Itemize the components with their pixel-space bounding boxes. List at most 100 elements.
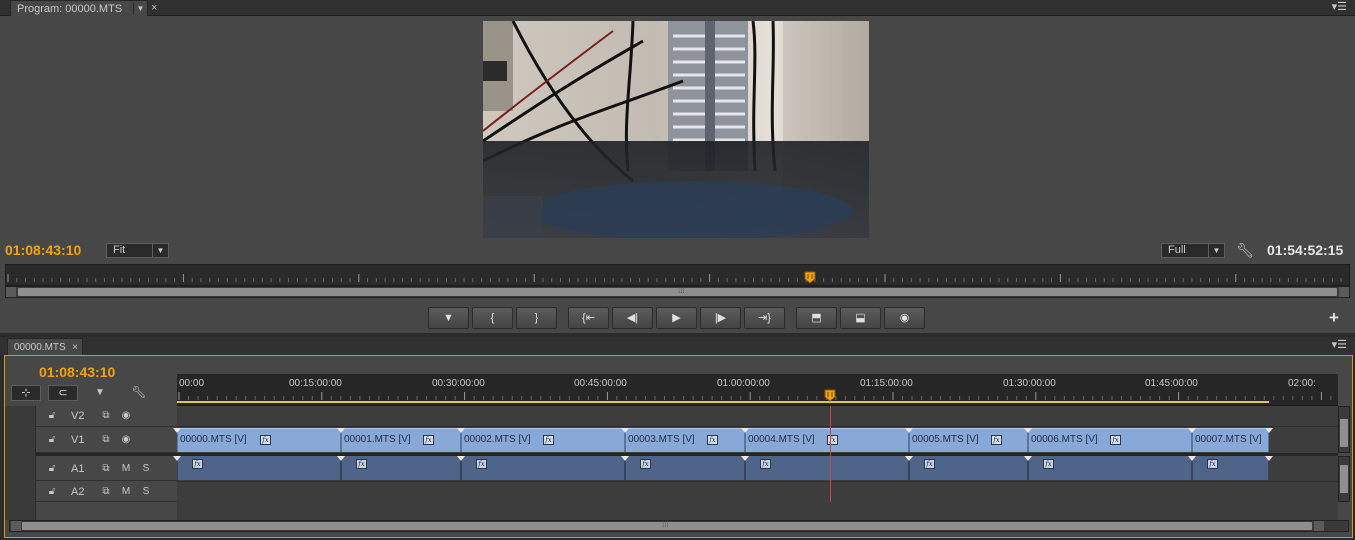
scrollbar-thumb[interactable] xyxy=(1340,465,1348,493)
fx-badge-icon[interactable]: fx xyxy=(1207,459,1218,469)
edit-point-marker[interactable] xyxy=(1265,428,1273,433)
panel-menu-icon[interactable]: ▾☰ xyxy=(1332,1,1347,14)
fx-badge-icon[interactable]: fx xyxy=(1043,459,1054,469)
scrollbar-thumb[interactable]: ⁞⁞⁞ xyxy=(18,286,1337,296)
film-icon[interactable]: ⧉ xyxy=(99,410,113,422)
solo-a1-button[interactable]: S xyxy=(139,463,153,475)
playback-resolution-dropdown[interactable]: Full ▼ xyxy=(1161,243,1225,258)
edit-point-marker[interactable] xyxy=(1024,428,1032,433)
audio-clip[interactable]: fx xyxy=(177,456,341,480)
video-clip[interactable]: 00001.MTS [V] fx xyxy=(341,428,461,452)
fx-badge-icon[interactable]: fx xyxy=(760,459,771,469)
edit-point-marker[interactable] xyxy=(1024,456,1032,461)
eye-icon[interactable]: ◉ xyxy=(119,410,133,422)
edit-point-marker[interactable] xyxy=(173,456,181,461)
zoom-dropdown[interactable]: Fit ▼ xyxy=(106,243,169,258)
edit-point-marker[interactable] xyxy=(1265,456,1273,461)
audio-tracks-scrollbar[interactable] xyxy=(1338,456,1350,502)
add-marker-button[interactable]: ▼ xyxy=(93,387,107,401)
track-label-v1[interactable]: V1 xyxy=(71,433,84,447)
scroll-right-handle[interactable] xyxy=(1314,521,1324,531)
fx-badge-icon[interactable]: fx xyxy=(924,459,935,469)
play-button[interactable]: ▶ xyxy=(656,307,697,329)
program-video-frame[interactable] xyxy=(483,21,869,238)
close-icon[interactable]: × xyxy=(151,0,163,16)
audio-clip[interactable]: fx xyxy=(909,456,1028,480)
fx-badge-icon[interactable]: fx xyxy=(543,435,554,445)
edit-point-marker[interactable] xyxy=(457,428,465,433)
lock-icon[interactable]: 🔓︎ xyxy=(45,410,59,422)
snap-button[interactable]: ⊹ xyxy=(11,385,41,401)
audio-clip[interactable]: fx xyxy=(1028,456,1192,480)
timeline-time-ruler[interactable]: 00:00 00:15:00:00 00:30:00:00 00:45:00:0… xyxy=(177,374,1338,406)
scroll-left-handle[interactable] xyxy=(6,287,16,297)
source-patch-column[interactable] xyxy=(5,406,36,520)
panel-menu-icon[interactable]: ▾☰ xyxy=(1332,339,1347,352)
add-marker-button[interactable]: ▼ xyxy=(428,307,469,329)
audio-clip[interactable]: fx xyxy=(1192,456,1269,480)
microphone-icon[interactable]: ⧉ xyxy=(99,463,113,475)
eye-icon[interactable]: ◉ xyxy=(119,434,133,446)
program-tab[interactable]: Program: 00000.MTS ▼ xyxy=(10,0,148,16)
audio-clip[interactable]: fx xyxy=(625,456,745,480)
fx-badge-icon[interactable]: fx xyxy=(356,459,367,469)
linked-selection-button[interactable]: ⊂ xyxy=(48,385,78,401)
timeline-current-timecode[interactable]: 01:08:43:10 xyxy=(39,364,115,380)
audio-clip[interactable]: fx xyxy=(461,456,625,480)
lock-icon[interactable]: 🔓︎ xyxy=(45,463,59,475)
step-forward-button[interactable]: |▶ xyxy=(700,307,741,329)
scrollbar-thumb[interactable]: ⁞⁞⁞ xyxy=(22,520,1312,530)
timeline-tab[interactable]: 00000.MTS × xyxy=(7,338,83,355)
fx-badge-icon[interactable]: fx xyxy=(476,459,487,469)
video-clip[interactable]: 00005.MTS [V] fx xyxy=(909,428,1028,452)
edit-point-marker[interactable] xyxy=(621,456,629,461)
lock-icon[interactable]: 🔓︎ xyxy=(45,486,59,498)
extract-button[interactable]: ⬓ xyxy=(840,307,881,329)
mute-a1-button[interactable]: M xyxy=(119,463,133,475)
edit-point-marker[interactable] xyxy=(1188,456,1196,461)
video-clip[interactable]: 00000.MTS [V] fx xyxy=(177,428,341,452)
fx-badge-icon[interactable]: fx xyxy=(423,435,434,445)
video-clip[interactable]: 00003.MTS [V] fx xyxy=(625,428,745,452)
wrench-icon[interactable]: 🔧︎ xyxy=(1236,242,1254,258)
work-area-bar[interactable] xyxy=(177,401,1269,403)
lift-button[interactable]: ⬒ xyxy=(796,307,837,329)
edit-point-marker[interactable] xyxy=(905,428,913,433)
audio-clip[interactable]: fx xyxy=(341,456,461,480)
video-clip[interactable]: 00002.MTS [V] fx xyxy=(461,428,625,452)
audio-clip[interactable]: fx xyxy=(745,456,909,480)
edit-point-marker[interactable] xyxy=(457,456,465,461)
track-label-v2[interactable]: V2 xyxy=(71,409,84,423)
playhead-icon[interactable] xyxy=(824,389,836,402)
edit-point-marker[interactable] xyxy=(905,456,913,461)
mute-a2-button[interactable]: M xyxy=(119,486,133,498)
button-editor-button[interactable]: + xyxy=(1327,309,1341,327)
edit-point-marker[interactable] xyxy=(173,428,181,433)
lock-icon[interactable]: 🔓︎ xyxy=(45,434,59,446)
program-time-ruler[interactable] xyxy=(5,264,1350,286)
timeline-tracks-area[interactable]: 00000.MTS [V] fx 00001.MTS [V] fx 00002.… xyxy=(173,406,1338,520)
fx-badge-icon[interactable]: fx xyxy=(827,435,838,445)
scroll-left-handle[interactable] xyxy=(11,521,21,531)
playhead-icon[interactable] xyxy=(804,271,816,284)
video-clip[interactable]: 00007.MTS [V] xyxy=(1192,428,1269,452)
mark-out-button[interactable]: } xyxy=(516,307,557,329)
video-clip[interactable]: 00004.MTS [V] fx xyxy=(745,428,909,452)
program-current-timecode[interactable]: 01:08:43:10 xyxy=(5,242,81,258)
mark-in-button[interactable]: { xyxy=(472,307,513,329)
edit-point-marker[interactable] xyxy=(741,456,749,461)
close-icon[interactable]: × xyxy=(72,339,78,356)
edit-point-marker[interactable] xyxy=(337,428,345,433)
fx-badge-icon[interactable]: fx xyxy=(991,435,1002,445)
export-frame-button[interactable]: ◉ xyxy=(884,307,925,329)
program-zoom-scrollbar[interactable]: ⁞⁞⁞ xyxy=(5,286,1350,298)
film-icon[interactable]: ⧉ xyxy=(99,434,113,446)
edit-point-marker[interactable] xyxy=(1188,428,1196,433)
microphone-icon[interactable]: ⧉ xyxy=(99,486,113,498)
fx-badge-icon[interactable]: fx xyxy=(707,435,718,445)
fx-badge-icon[interactable]: fx xyxy=(192,459,203,469)
video-clip[interactable]: 00006.MTS [V] fx xyxy=(1028,428,1192,452)
timeline-horizontal-scrollbar[interactable]: ⁞⁞⁞ xyxy=(9,520,1349,532)
fx-badge-icon[interactable]: fx xyxy=(640,459,651,469)
chevron-down-icon[interactable]: ▼ xyxy=(133,2,147,15)
